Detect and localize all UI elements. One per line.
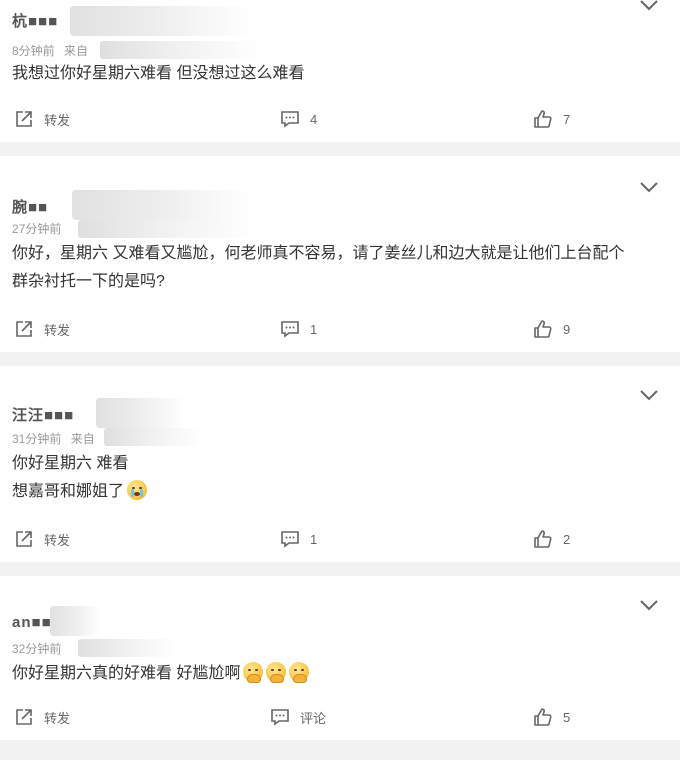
comment-card: 腕■■ 27分钟前 你好，星期六 又难看又尴尬，何老师真不容易，请了姜丝儿和边大… — [0, 156, 680, 352]
crying-face-emoji-icon — [127, 480, 148, 500]
comment-line: 你好，星期六 又难看又尴尬，何老师真不容易，请了姜丝儿和边大就是让他们上台配个 — [12, 245, 625, 262]
username[interactable]: an■■ — [12, 614, 52, 631]
comment-line: 群杂衬托一下的是吗? — [12, 273, 165, 290]
source-label: 来自 — [64, 44, 89, 58]
comment-count: 1 — [310, 531, 318, 547]
like-count: 7 — [563, 111, 571, 127]
comment-label: 评论 — [300, 710, 327, 726]
repost-button[interactable]: 转发 — [14, 319, 70, 339]
comment-line: 想嘉哥和娜姐了 — [12, 478, 666, 506]
comment-text: 你好，星期六 又难看又尴尬，何老师真不容易，请了姜丝儿和边大就是让他们上台配个 … — [12, 240, 666, 296]
comment-text: 我想过你好星期六难看 但没想过这么难看 — [12, 60, 666, 88]
timestamp: 32分钟前 — [12, 642, 62, 656]
repost-button[interactable]: 转发 — [14, 707, 70, 727]
comment-button[interactable]: 1 — [280, 319, 317, 339]
comment-card: an■■ 32分钟前 你好星期六真的好难看 好尴尬啊 转发 评论 5 — [0, 576, 680, 740]
timestamp: 8分钟前 — [12, 44, 55, 58]
chevron-down-icon[interactable] — [638, 180, 660, 194]
timestamp: 27分钟前 — [12, 222, 62, 236]
comment-feed: 杭■■■ 8分钟前 来自 我想过你好星期六难看 但没想过这么难看 转发 4 7 … — [0, 0, 680, 760]
comment-line-text: 你好星期六真的好难看 好尴尬啊 — [12, 665, 241, 682]
username[interactable]: 杭■■■ — [12, 10, 58, 31]
repost-button[interactable]: 转发 — [14, 109, 70, 129]
share-arrow-icon — [16, 321, 32, 337]
shushing-face-emoji-icon — [266, 662, 287, 683]
comment-text: 你好星期六 难看 想嘉哥和娜姐了 — [12, 450, 666, 506]
repost-button[interactable]: 转发 — [14, 529, 70, 549]
like-count: 2 — [563, 531, 571, 547]
chevron-down-icon[interactable] — [638, 0, 660, 12]
shushing-face-emoji-icon — [289, 662, 310, 683]
chevron-down-icon[interactable] — [638, 388, 660, 402]
blurred-username-overlay — [70, 6, 250, 36]
repost-label: 转发 — [44, 532, 71, 548]
comment-line-text: 想嘉哥和娜姐了 — [12, 483, 125, 500]
like-count: 9 — [563, 321, 571, 337]
comment-line: 你好星期六 难看 — [12, 455, 129, 472]
username[interactable]: 腕■■ — [12, 196, 48, 217]
share-arrow-icon — [16, 709, 32, 725]
speech-bubble-icon — [281, 111, 299, 128]
like-button[interactable]: 7 — [533, 109, 570, 129]
speech-bubble-icon — [271, 709, 289, 726]
comment-count: 1 — [310, 321, 318, 337]
timestamp: 31分钟前 — [12, 432, 62, 446]
comment-line: 你好星期六真的好难看 好尴尬啊 — [12, 660, 666, 688]
like-button[interactable]: 2 — [533, 529, 570, 549]
repost-label: 转发 — [44, 112, 71, 128]
shushing-face-emoji-icon — [243, 662, 264, 683]
comment-button[interactable]: 1 — [280, 529, 317, 549]
thumbs-up-icon — [534, 320, 552, 338]
blurred-username-overlay — [72, 190, 252, 220]
blurred-source-overlay — [100, 41, 260, 59]
comment-card: 汪汪■■■ 31分钟前 来自 你好星期六 难看 想嘉哥和娜姐了 转发 1 2 — [0, 366, 680, 562]
comment-meta: 31分钟前 来自 — [12, 430, 95, 447]
share-arrow-icon — [16, 531, 32, 547]
thumbs-up-icon — [534, 110, 552, 128]
blurred-source-overlay — [104, 428, 204, 446]
thumbs-up-icon — [534, 530, 552, 548]
comment-meta: 27分钟前 — [12, 220, 67, 237]
comment-count: 4 — [310, 111, 318, 127]
blurred-source-overlay — [78, 220, 258, 238]
blurred-username-overlay — [50, 606, 100, 636]
like-button[interactable]: 5 — [533, 707, 570, 727]
comment-text: 你好星期六真的好难看 好尴尬啊 — [12, 660, 666, 688]
comment-meta: 8分钟前 来自 — [12, 42, 88, 59]
speech-bubble-icon — [281, 321, 299, 338]
source-label: 来自 — [70, 432, 95, 446]
like-button[interactable]: 9 — [533, 319, 570, 339]
thumbs-up-icon — [534, 708, 552, 726]
blurred-username-overlay — [96, 398, 186, 428]
repost-label: 转发 — [44, 710, 71, 726]
share-arrow-icon — [16, 111, 32, 127]
speech-bubble-icon — [281, 531, 299, 548]
like-count: 5 — [563, 709, 571, 725]
comment-line: 我想过你好星期六难看 但没想过这么难看 — [12, 65, 305, 82]
comment-meta: 32分钟前 — [12, 640, 67, 657]
chevron-down-icon[interactable] — [638, 598, 660, 612]
comment-button[interactable]: 评论 — [270, 707, 326, 727]
repost-label: 转发 — [44, 322, 71, 338]
username[interactable]: 汪汪■■■ — [12, 404, 74, 425]
comment-button[interactable]: 4 — [280, 109, 317, 129]
blurred-source-overlay — [78, 639, 178, 657]
comment-card: 杭■■■ 8分钟前 来自 我想过你好星期六难看 但没想过这么难看 转发 4 7 — [0, 0, 680, 142]
